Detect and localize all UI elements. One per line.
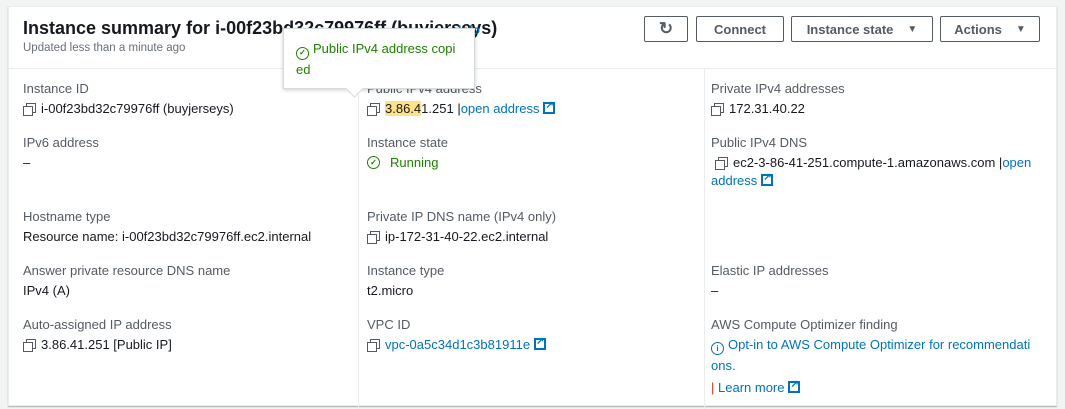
panel-header: Instance summary for i-00f23bd32c79976ff… (9, 7, 1056, 69)
field-label: Instance state (367, 135, 448, 150)
field-ipv6: IPv6 address – (23, 135, 99, 170)
field-hostname-type: Hostname type Resource name: i-00f23bd32c… (23, 209, 311, 244)
copy-icon[interactable] (711, 102, 724, 116)
field-label: VPC ID (367, 317, 411, 332)
field-label: Instance type (367, 263, 445, 278)
copy-icon[interactable] (23, 102, 36, 116)
field-value: 1.251 (421, 101, 454, 116)
field-private-ip: Private IPv4 addresses 172.31.40.22 (711, 81, 845, 116)
check-circle-icon: ✓ (367, 156, 380, 169)
field-auto-ip: Auto-assigned IP address 3.86.41.251 [Pub… (23, 317, 172, 352)
field-label: Private IP DNS name (IPv4 only) (367, 209, 557, 224)
field-label: AWS Compute Optimizer finding (711, 317, 898, 332)
field-value: t2.micro (367, 283, 414, 298)
copy-icon[interactable] (23, 338, 36, 352)
field-public-dns: Public IPv4 DNS ec2-3-86-41-251.compute-1… (711, 135, 1031, 188)
copy-icon[interactable] (367, 102, 380, 116)
field-value: 3.86.41.251 [Public IP] (41, 337, 172, 352)
field-value: IPv4 (A) (23, 283, 70, 298)
open-address-link[interactable]: open (1002, 155, 1031, 170)
field-label: Instance ID (23, 81, 89, 96)
field-instance-state: Instance state ✓ Running (367, 135, 448, 170)
vpc-link[interactable]: vpc-0a5c34d1c3b81911e (385, 337, 530, 352)
learn-more-link[interactable]: Learn more (718, 380, 784, 395)
field-vpc-id: VPC ID vpc-0a5c34d1c3b81911e (367, 317, 547, 352)
field-value: Resource name: i-00f23bd32c79976ff.ec2.i… (23, 229, 312, 244)
updated-text: Updated less than a minute ago (23, 42, 186, 54)
field-label: Hostname type (23, 209, 111, 224)
caret-down-icon: ▼ (1015, 23, 1026, 35)
connect-button[interactable]: Connect (696, 16, 784, 42)
refresh-icon: ↻ (658, 19, 674, 38)
caret-down-icon: ▼ (907, 23, 918, 35)
copied-tooltip: ✓ Public IPv4 address copied (283, 28, 475, 89)
field-label: Public IPv4 DNS (711, 135, 808, 150)
info-icon: i (711, 342, 724, 355)
optimizer-opt-in-link-cont[interactable]: ons. (711, 358, 1030, 373)
field-label: Answer private resource DNS name (23, 263, 231, 278)
field-answer-dns: Answer private resource DNS name IPv4 (A) (23, 263, 230, 298)
field-instance-id: Instance ID i-00f23bd32c79976ff (buyjerse… (23, 81, 234, 116)
tooltip-text: Public IPv4 address copied (296, 41, 456, 77)
refresh-button[interactable]: ↻ (644, 16, 688, 42)
column-divider (704, 69, 705, 409)
actions-button[interactable]: Actions ▼ (940, 16, 1040, 42)
field-label: Private IPv4 addresses (711, 81, 845, 96)
instance-state-label: Instance state (806, 21, 894, 37)
field-value: i-00f23bd32c79976ff (buyjerseys) (41, 101, 234, 116)
column-divider (358, 69, 359, 409)
actions-label: Actions (954, 21, 1002, 37)
field-instance-type: Instance type t2.micro (367, 263, 444, 298)
field-optimizer: AWS Compute Optimizer finding i Opt-in to … (711, 317, 1030, 395)
instance-state-button[interactable]: Instance state ▼ (791, 16, 933, 42)
field-value: 172.31.40.22 (729, 101, 805, 116)
field-label: IPv6 address (23, 135, 99, 150)
copy-icon[interactable] (367, 230, 380, 244)
open-address-link[interactable]: open address (461, 101, 540, 116)
field-elastic-ip: Elastic IP addresses – (711, 263, 829, 298)
optimizer-opt-in-link[interactable]: Opt-in to AWS Compute Optimizer for reco… (728, 337, 1030, 352)
field-value: ec2-3-86-41-251.compute-1.amazonaws.com (733, 155, 996, 170)
field-value: – (711, 283, 719, 298)
external-link-icon (534, 336, 547, 350)
external-link-icon (543, 100, 556, 114)
open-address-link[interactable]: address (711, 173, 757, 188)
status-running: Running (390, 155, 439, 170)
external-link-icon (788, 379, 801, 393)
check-circle-icon: ✓ (296, 46, 309, 60)
field-value: – (23, 155, 31, 170)
external-link-icon (761, 172, 774, 186)
copy-icon[interactable] (715, 156, 728, 170)
field-private-dns: Private IP DNS name (IPv4 only) ip-172-31… (367, 209, 556, 244)
field-value: ip-172-31-40-22.ec2.internal (385, 229, 549, 244)
instance-summary-panel: Instance summary for i-00f23bd32c79976ff… (8, 6, 1057, 409)
field-label: Auto-assigned IP address (23, 317, 172, 332)
field-label: Elastic IP addresses (711, 263, 829, 278)
copy-icon[interactable] (367, 338, 380, 352)
field-value-highlight: 3.86.4 (385, 101, 422, 116)
